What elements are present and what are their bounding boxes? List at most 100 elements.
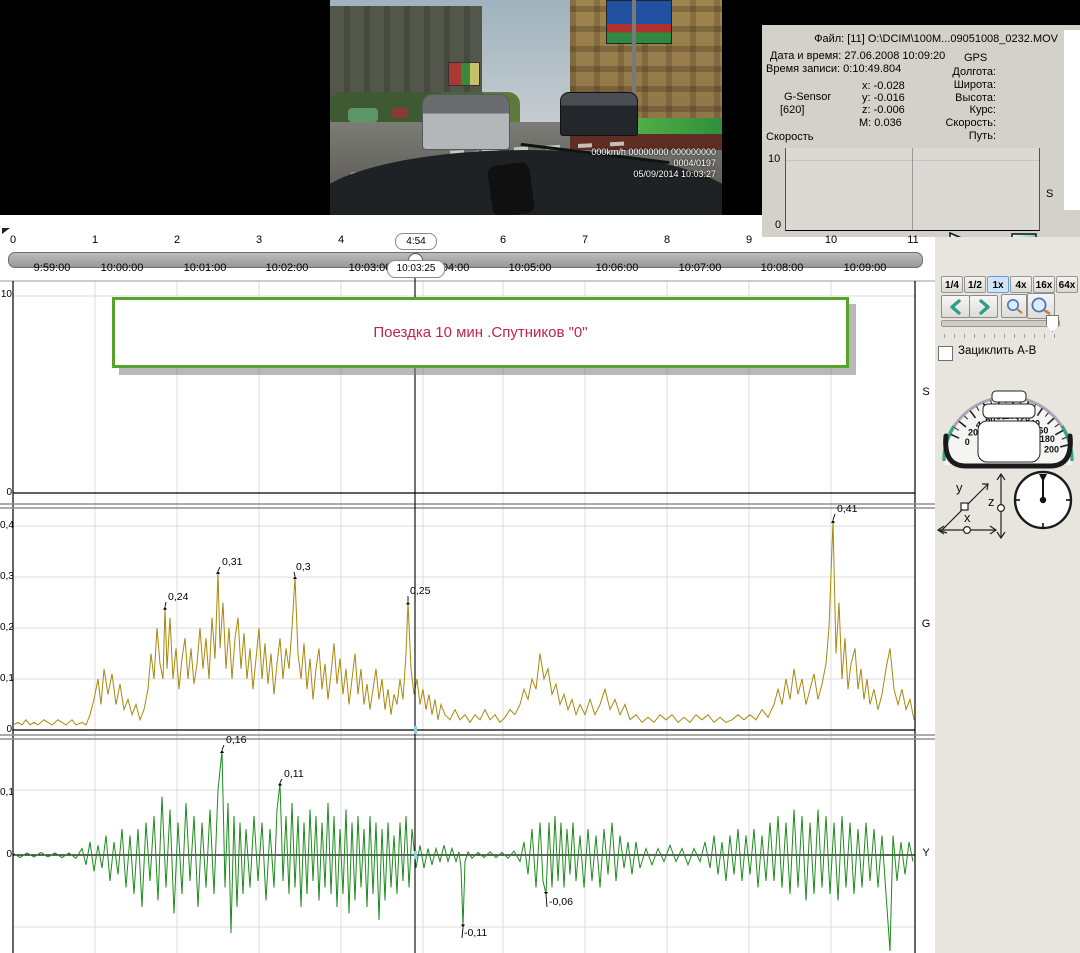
ytick-G: 0,2 [0, 622, 12, 633]
zoom-tick [954, 334, 955, 338]
ytick-G: 0 [0, 724, 12, 735]
timeline-time-label[interactable]: 10:06:00 [596, 262, 639, 274]
svg-text:0: 0 [965, 437, 970, 447]
loop-ab-checkbox[interactable] [938, 346, 953, 361]
timeline-minute-mark[interactable]: 7 [582, 234, 588, 246]
axis-indicator-icon: y z x [936, 470, 1012, 544]
peak-label-G: 0,31 [222, 556, 242, 568]
svg-text:z: z [988, 494, 995, 509]
overlay-speed-counters: 000km/h 00000000 000000000 [591, 147, 716, 158]
timeline-minute-mark[interactable]: 9 [746, 234, 752, 246]
ytick-Y: 0,1 [0, 787, 12, 798]
speed-option-1-4[interactable]: 1/4 [941, 276, 963, 293]
zoom-out-button[interactable] [1001, 294, 1027, 318]
chevron-right-icon [975, 298, 993, 316]
zoom-tick [1014, 334, 1015, 338]
speed-axis-zero: 0 [775, 219, 781, 231]
speed-option-64x[interactable]: 64x [1056, 276, 1078, 293]
zoom-tick [974, 334, 975, 338]
dashcam-player-window: 000km/h 00000000 000000000 0004/0197 05/… [0, 0, 1080, 953]
timeline-time-label[interactable]: 10:08:00 [761, 262, 804, 274]
zoom-tick [1034, 334, 1035, 338]
timeline-minute-mark[interactable]: 8 [664, 234, 670, 246]
timeline-minute-mark[interactable]: 4 [338, 234, 344, 246]
zoom-tick [964, 334, 965, 338]
zoom-tick [1054, 334, 1055, 338]
timeline-time-label[interactable]: 10:02:00 [266, 262, 309, 274]
zoom-slider[interactable] [941, 320, 1060, 327]
svg-text:180: 180 [1040, 434, 1055, 444]
zoom-tick [1004, 334, 1005, 338]
video-car-red [392, 108, 408, 118]
gps-field-label: Долгота: [880, 66, 996, 79]
peak-label-G: 0,41 [837, 503, 857, 515]
speed-mini-graph [785, 148, 1040, 231]
timeline-minute-mark[interactable]: 3 [256, 234, 262, 246]
overlay-datetime: 05/09/2014 10:03:27 [591, 169, 716, 180]
ytick-G: 0,1 [0, 673, 12, 684]
peak-label-G: 0,25 [410, 585, 430, 597]
speed-option-1-2[interactable]: 1/2 [964, 276, 986, 293]
svg-text:y: y [956, 480, 963, 495]
timeline-time-label[interactable]: 10:03:00 [349, 262, 392, 274]
timeline-minute-mark[interactable]: 0 [10, 234, 16, 246]
chart-side-label-S: S [918, 386, 934, 398]
cursor-minute-bubble[interactable]: 4:54 [395, 233, 437, 250]
peak-label-Y: 0,11 [284, 768, 304, 780]
zoom-tick [984, 334, 985, 338]
peak-label-Y: 0,16 [226, 734, 246, 746]
video-frame: 000km/h 00000000 000000000 0004/0197 05/… [330, 0, 722, 215]
timeline-time-label[interactable]: 10:09:00 [844, 262, 887, 274]
gps-field-label: Путь: [880, 130, 996, 143]
timeline-minute-mark[interactable]: 1 [92, 234, 98, 246]
peak-label-Y: -0,11 [464, 927, 487, 939]
trip-annotation-text: Поездка 10 мин .Спутников "0" [373, 324, 587, 341]
timeline-time-label[interactable]: 10:00:00 [101, 262, 144, 274]
chart-side-label-G: G [918, 618, 934, 630]
svg-text:200: 200 [1044, 444, 1059, 454]
timeline-time-label[interactable]: 10:01:00 [184, 262, 227, 274]
next-file-button[interactable] [969, 295, 998, 318]
file-path: Файл: [11] O:\DCIM\100M...09051008_0232.… [768, 33, 1058, 45]
peak-label-G: 0,24 [168, 591, 188, 603]
video-camera-mount [487, 161, 536, 215]
cursor-time-bubble[interactable]: 10:03:25 [387, 260, 445, 278]
video-car-silver [422, 94, 510, 150]
timeline-minute-mark[interactable]: 11 [907, 234, 918, 246]
ytick-Y: 0 [0, 849, 12, 860]
video-car-green [348, 108, 378, 122]
timeline-time-label[interactable]: 10:07:00 [679, 262, 722, 274]
gsensor-y: y: -0.016 [862, 92, 905, 104]
timeline-minute-mark[interactable]: 6 [500, 234, 506, 246]
timeline-time-label[interactable]: 9:59:00 [34, 262, 71, 274]
gsensor-x: x: -0.028 [862, 80, 905, 92]
video-small-billboard [448, 62, 480, 86]
video-billboard [606, 0, 672, 44]
timeline-time-label[interactable]: 10:05:00 [509, 262, 552, 274]
speed-graph-label: Скорость [766, 131, 814, 143]
panel-edge-strip [1064, 30, 1080, 210]
telemetry-info-panel: Файл: [11] O:\DCIM\100M...09051008_0232.… [762, 25, 1080, 237]
speed-graph-midline [912, 148, 913, 230]
speed-option-4x[interactable]: 4x [1010, 276, 1032, 293]
speed-option-1x[interactable]: 1x [987, 276, 1009, 293]
gsensor-label: G-Sensor [784, 91, 831, 103]
zoom-tick [1024, 334, 1025, 338]
timeline-minute-mark[interactable]: 2 [174, 234, 180, 246]
zoom-tick [1044, 334, 1045, 338]
series-G [13, 521, 914, 725]
chart-side-label-Y: Y [918, 847, 934, 859]
prev-file-button[interactable] [941, 295, 970, 318]
gsensor-z: z: -0.006 [862, 104, 905, 116]
loop-ab-label: Зациклить A-B [958, 345, 1036, 357]
clock-icon [1012, 468, 1076, 532]
ytick-G: 0,4 [0, 520, 12, 531]
timeline-minute-mark[interactable]: 10 [825, 234, 837, 246]
video-car-dark [560, 92, 638, 136]
speed-option-16x[interactable]: 16x [1033, 276, 1055, 293]
speed-side-label: S [1046, 188, 1053, 200]
speed-axis-max: 10 [768, 153, 780, 165]
info-panel-top-gap [762, 0, 1080, 25]
peak-label-G: 0,3 [296, 561, 311, 573]
file-datetime: Дата и время: 27.06.2008 10:09:20 [770, 50, 945, 62]
